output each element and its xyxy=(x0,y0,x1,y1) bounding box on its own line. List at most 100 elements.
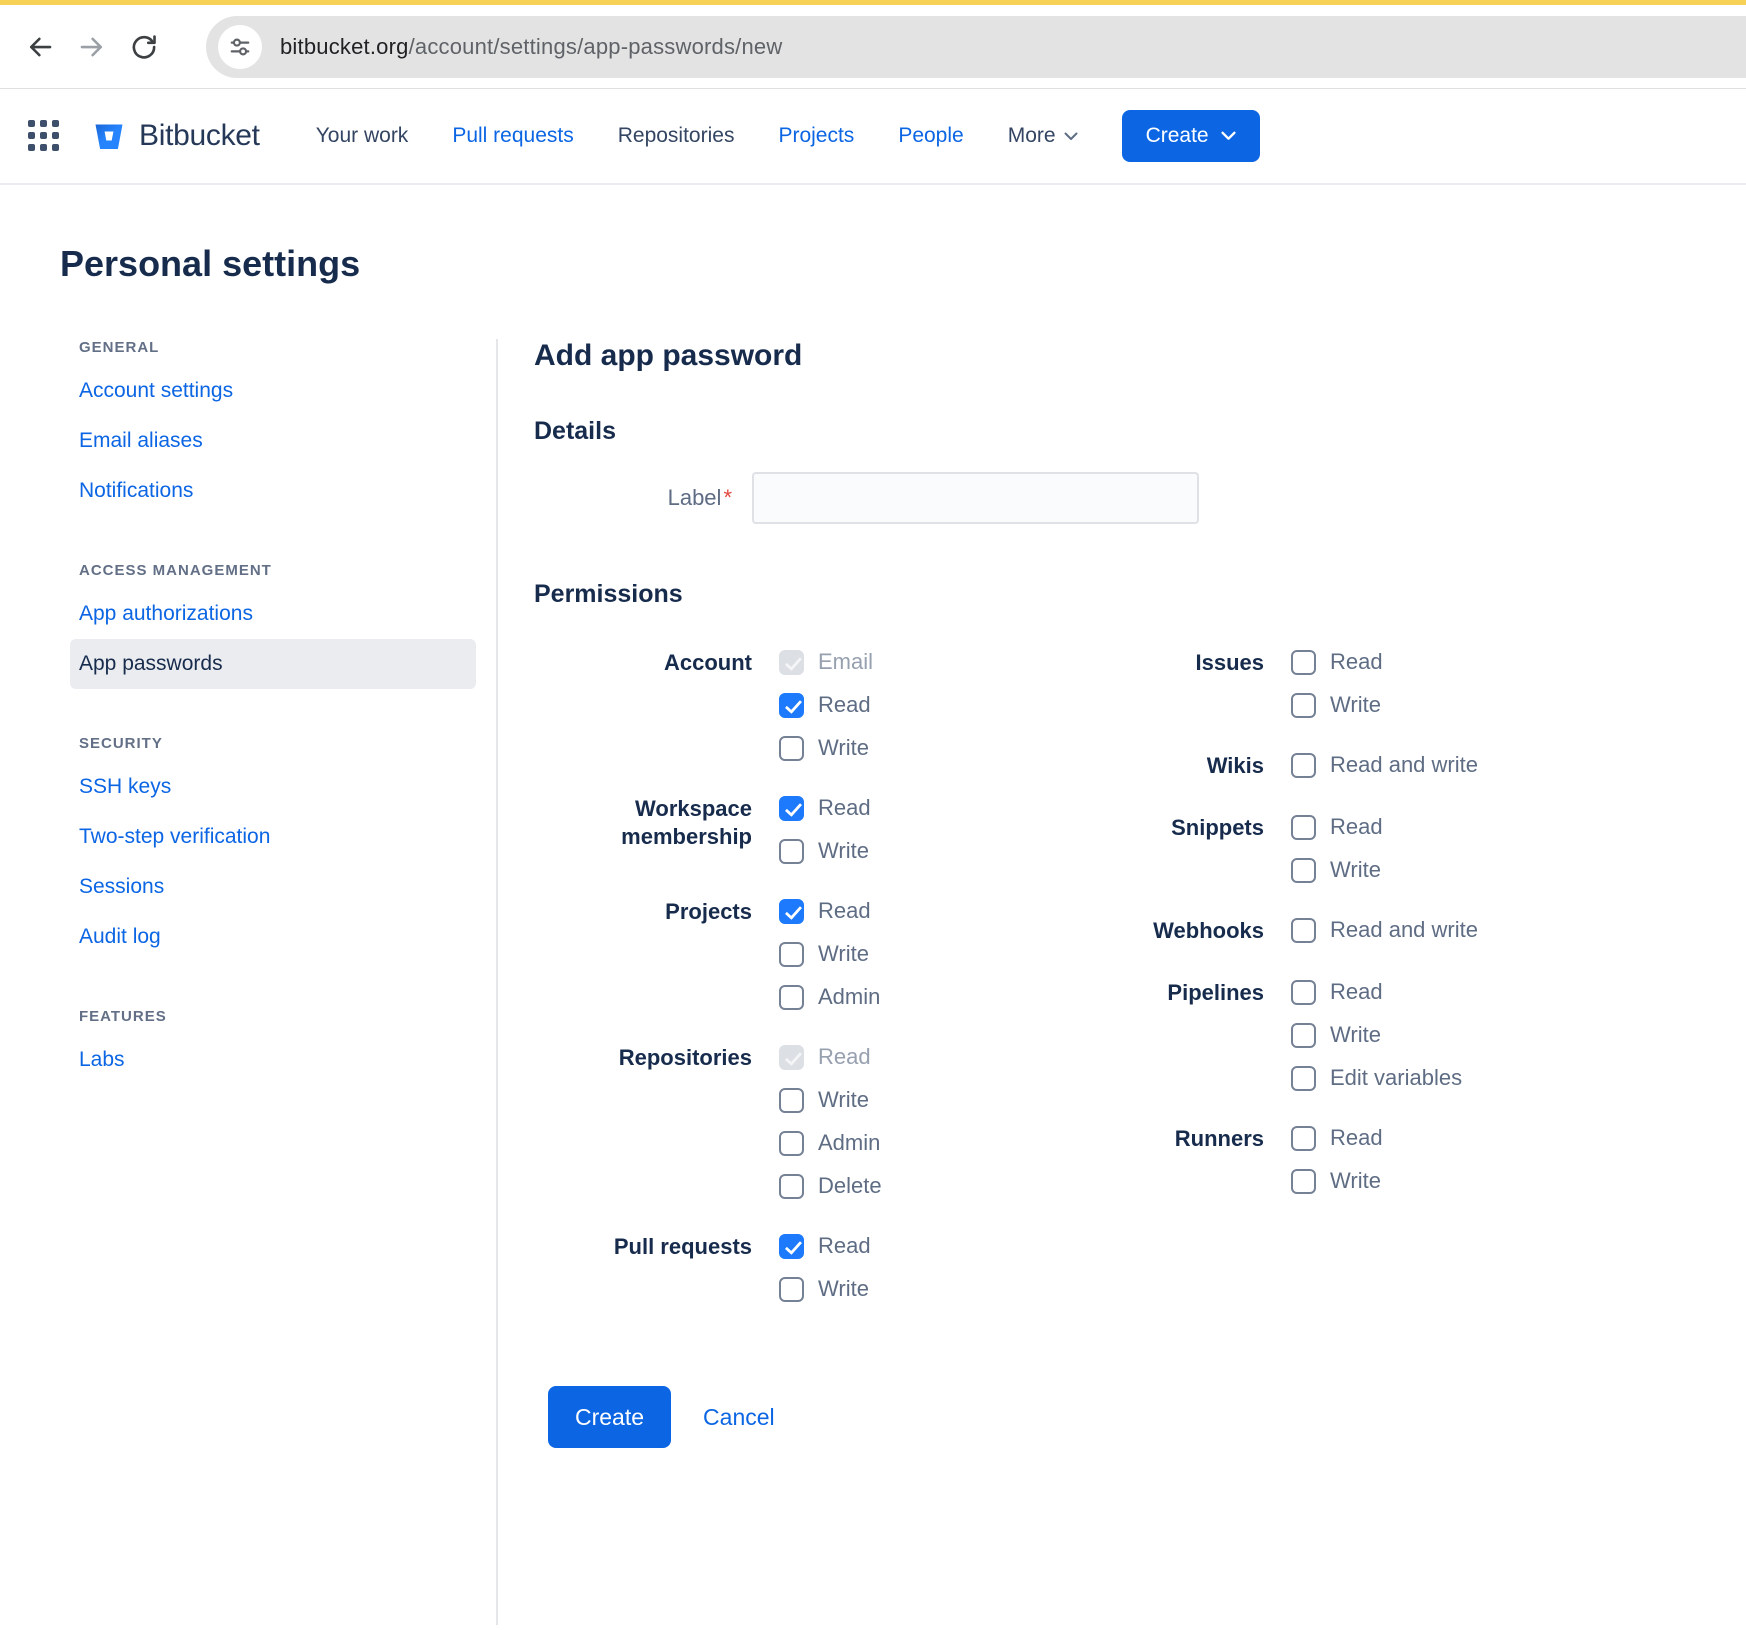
checkbox-option-account-read[interactable]: Read xyxy=(779,692,873,718)
checkbox-runners-read[interactable] xyxy=(1291,1126,1316,1151)
checkbox-option-snippets-read[interactable]: Read xyxy=(1291,814,1383,840)
nav-item-repositories[interactable]: Repositories xyxy=(618,124,735,148)
checkbox-pipelines-read[interactable] xyxy=(1291,980,1316,1005)
checkbox-option-pipelines-read[interactable]: Read xyxy=(1291,979,1462,1005)
nav-item-more[interactable]: More xyxy=(1008,124,1078,148)
checkbox-workspace-membership-read[interactable] xyxy=(779,796,804,821)
checkbox-option-wikis-read-and-write[interactable]: Read and write xyxy=(1291,752,1478,778)
checkbox-label: Write xyxy=(1330,692,1381,718)
checkbox-option-projects-write[interactable]: Write xyxy=(779,941,880,967)
checkbox-issues-write[interactable] xyxy=(1291,693,1316,718)
checkbox-option-snippets-write[interactable]: Write xyxy=(1291,857,1383,883)
sidebar-item-ssh-keys[interactable]: SSH keys xyxy=(70,762,476,812)
checkbox-webhooks-read-and-write[interactable] xyxy=(1291,918,1316,943)
checkbox-option-pipelines-write[interactable]: Write xyxy=(1291,1022,1462,1048)
checkbox-issues-read[interactable] xyxy=(1291,650,1316,675)
sidebar-item-sessions[interactable]: Sessions xyxy=(70,862,476,912)
checkbox-projects-read[interactable] xyxy=(779,899,804,924)
back-button[interactable] xyxy=(14,21,66,73)
checkbox-repositories-admin[interactable] xyxy=(779,1131,804,1156)
nav-item-your-work[interactable]: Your work xyxy=(316,124,409,148)
back-arrow-icon xyxy=(25,32,55,62)
checkbox-option-pull-requests-write[interactable]: Write xyxy=(779,1276,871,1302)
checkbox-runners-write[interactable] xyxy=(1291,1169,1316,1194)
checkbox-snippets-write[interactable] xyxy=(1291,858,1316,883)
permission-options: Read Write xyxy=(779,1233,871,1302)
nav-item-projects[interactable]: Projects xyxy=(778,124,854,148)
checkbox-repositories-delete[interactable] xyxy=(779,1174,804,1199)
bitbucket-logo[interactable]: Bitbucket xyxy=(91,118,260,154)
checkbox-wikis-read-and-write[interactable] xyxy=(1291,753,1316,778)
checkbox-option-repositories-admin[interactable]: Admin xyxy=(779,1130,882,1156)
checkbox-option-repositories-write[interactable]: Write xyxy=(779,1087,882,1113)
sidebar-item-email-aliases[interactable]: Email aliases xyxy=(70,416,476,466)
permission-options: Read and write xyxy=(1291,752,1478,778)
permission-options: Read Write xyxy=(1291,649,1383,718)
permission-group-wikis: WikisRead and write xyxy=(1096,752,1746,780)
checkbox-option-webhooks-read-and-write[interactable]: Read and write xyxy=(1291,917,1478,943)
checkbox-option-repositories-read: Read xyxy=(779,1044,882,1070)
checkbox-projects-write[interactable] xyxy=(779,942,804,967)
sidebar-item-app-passwords[interactable]: App passwords xyxy=(70,639,476,689)
sidebar-item-app-authorizations[interactable]: App authorizations xyxy=(70,589,476,639)
sidebar-item-account-settings[interactable]: Account settings xyxy=(70,366,476,416)
checkbox-option-projects-admin[interactable]: Admin xyxy=(779,984,880,1010)
permissions-column-left: AccountEmailReadWriteWorkspace membershi… xyxy=(534,649,1096,1336)
checkbox-account-read[interactable] xyxy=(779,693,804,718)
checkbox-workspace-membership-write[interactable] xyxy=(779,839,804,864)
permission-group-runners: RunnersReadWrite xyxy=(1096,1125,1746,1194)
checkbox-projects-admin[interactable] xyxy=(779,985,804,1010)
nav-item-label: Pull requests xyxy=(452,124,573,148)
refresh-button[interactable] xyxy=(118,21,170,73)
bitbucket-bucket-icon xyxy=(91,118,127,154)
nav-item-pull-requests[interactable]: Pull requests xyxy=(452,124,573,148)
checkbox-option-pipelines-edit-variables[interactable]: Edit variables xyxy=(1291,1065,1462,1091)
sidebar-item-two-step-verification[interactable]: Two-step verification xyxy=(70,812,476,862)
checkbox-option-runners-write[interactable]: Write xyxy=(1291,1168,1383,1194)
checkbox-pull-requests-write[interactable] xyxy=(779,1277,804,1302)
permission-group-pipelines: PipelinesReadWriteEdit variables xyxy=(1096,979,1746,1091)
checkbox-snippets-read[interactable] xyxy=(1291,815,1316,840)
sidebar-item-notifications[interactable]: Notifications xyxy=(70,466,476,516)
create-button[interactable]: Create xyxy=(548,1386,671,1448)
sidebar-item-audit-log[interactable]: Audit log xyxy=(70,912,476,962)
address-bar[interactable]: bitbucket.org/account/settings/app-passw… xyxy=(206,16,1746,78)
permission-options: Read Write xyxy=(1291,814,1383,883)
checkbox-label: Admin xyxy=(818,984,880,1010)
checkbox-label: Write xyxy=(1330,857,1381,883)
cancel-link[interactable]: Cancel xyxy=(703,1404,775,1431)
permission-options: EmailReadWrite xyxy=(779,649,873,761)
checkbox-pipelines-write[interactable] xyxy=(1291,1023,1316,1048)
nav-create-button[interactable]: Create xyxy=(1122,110,1260,162)
label-field-row: Label* xyxy=(534,472,1746,524)
checkbox-pipelines-edit-variables[interactable] xyxy=(1291,1066,1316,1091)
checkbox-label: Read xyxy=(818,692,871,718)
checkbox-label: Write xyxy=(818,735,869,761)
checkbox-option-projects-read[interactable]: Read xyxy=(779,898,880,924)
checkbox-option-pull-requests-read[interactable]: Read xyxy=(779,1233,871,1259)
checkbox-option-runners-read[interactable]: Read xyxy=(1291,1125,1383,1151)
form-actions: Create Cancel xyxy=(548,1386,1746,1448)
checkbox-option-account-write[interactable]: Write xyxy=(779,735,873,761)
permission-group-label: Account xyxy=(534,649,752,677)
site-settings-icon[interactable] xyxy=(218,25,262,69)
checkbox-option-workspace-membership-read[interactable]: Read xyxy=(779,795,871,821)
checkbox-option-workspace-membership-write[interactable]: Write xyxy=(779,838,871,864)
checkbox-label: Read xyxy=(818,898,871,924)
checkbox-pull-requests-read[interactable] xyxy=(779,1234,804,1259)
checkbox-label: Write xyxy=(818,838,869,864)
checkbox-repositories-write[interactable] xyxy=(779,1088,804,1113)
checkbox-option-repositories-delete[interactable]: Delete xyxy=(779,1173,882,1199)
app-switcher-icon[interactable] xyxy=(28,120,61,153)
permission-group-account: AccountEmailReadWrite xyxy=(534,649,1096,761)
permission-options: Read Write Edit variables xyxy=(1291,979,1462,1091)
nav-item-people[interactable]: People xyxy=(898,124,963,148)
checkbox-account-write[interactable] xyxy=(779,736,804,761)
sidebar-item-labs[interactable]: Labs xyxy=(70,1035,476,1085)
checkbox-option-issues-write[interactable]: Write xyxy=(1291,692,1383,718)
nav-create-label: Create xyxy=(1146,124,1209,148)
permission-options: Read Write Admin Delete xyxy=(779,1044,882,1199)
forward-button xyxy=(66,21,118,73)
label-input[interactable] xyxy=(752,472,1199,524)
checkbox-option-issues-read[interactable]: Read xyxy=(1291,649,1383,675)
